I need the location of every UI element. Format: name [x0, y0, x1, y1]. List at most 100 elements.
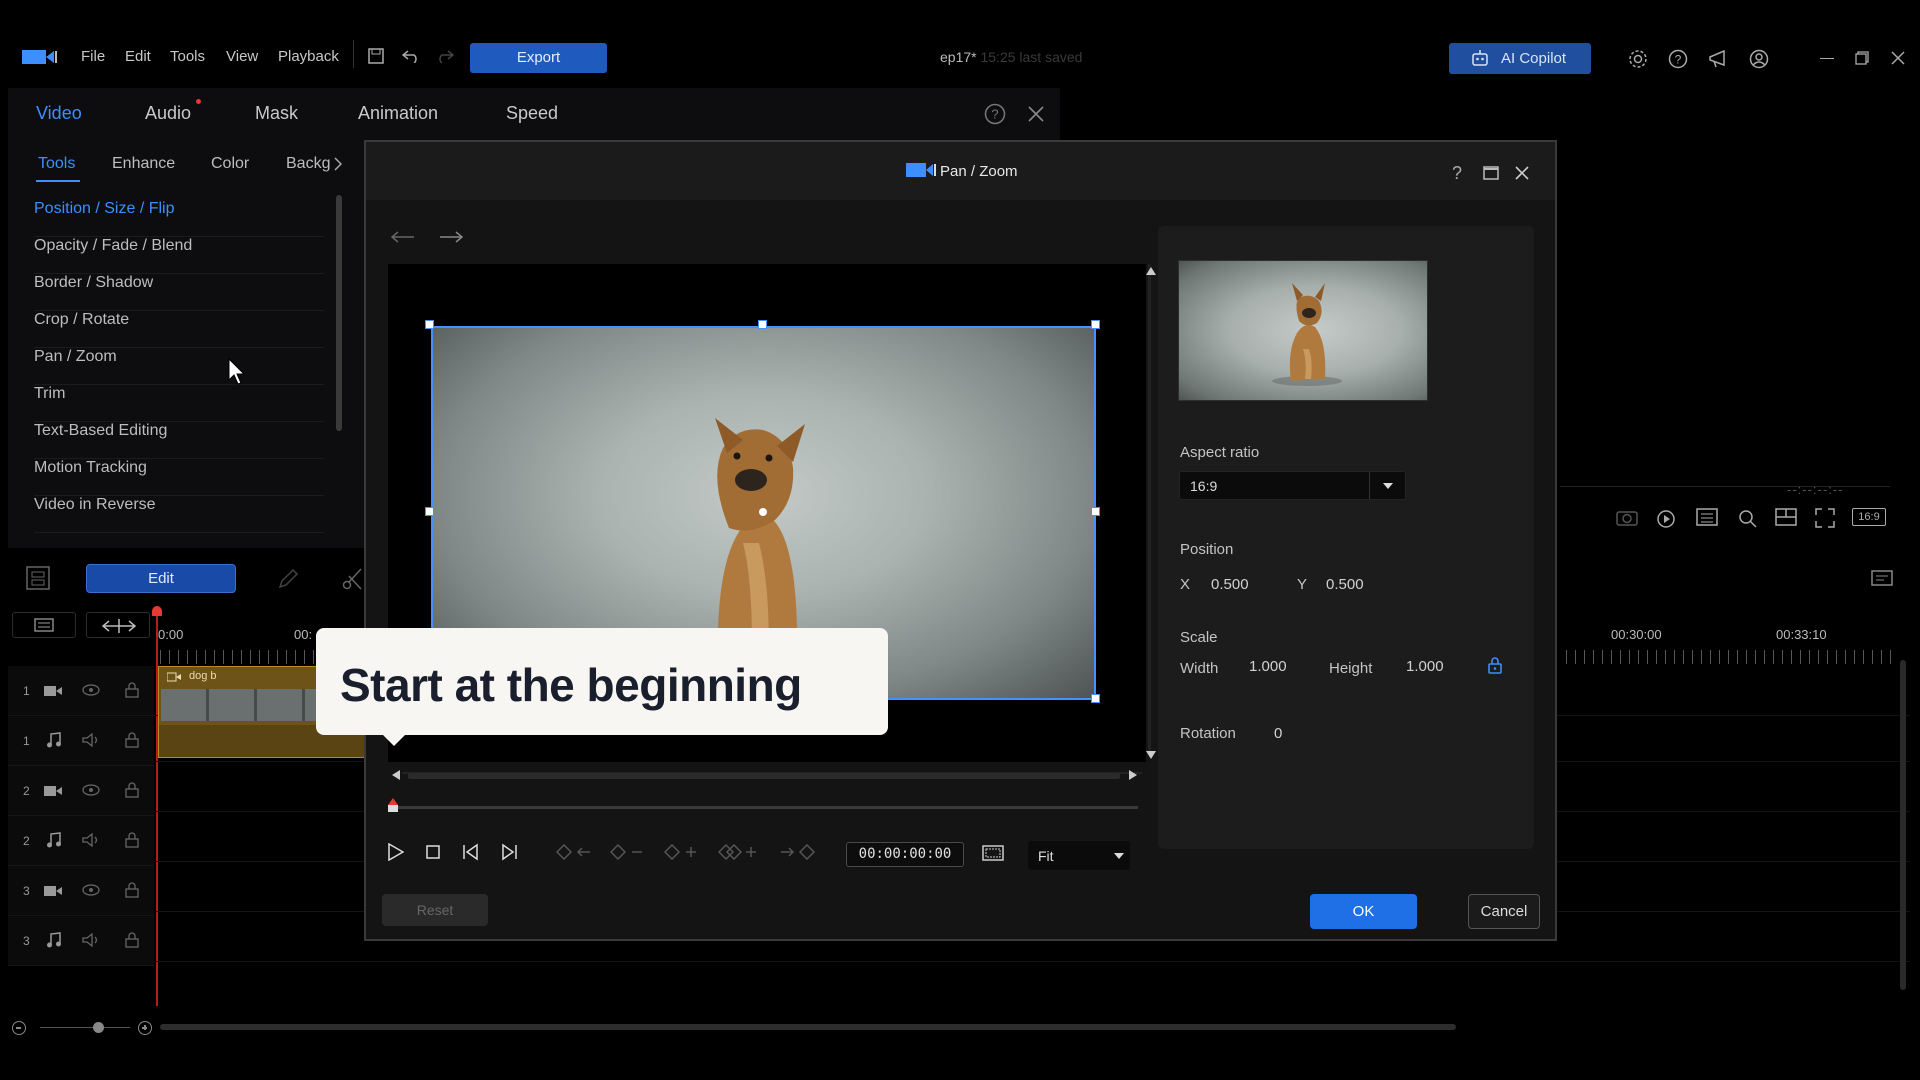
list-icon[interactable] — [1696, 508, 1718, 526]
snapshot-camera-icon[interactable] — [1616, 508, 1638, 526]
play-icon[interactable] — [388, 843, 404, 861]
resize-handle-top[interactable] — [758, 320, 767, 329]
panel-help-icon[interactable]: ? — [984, 103, 1006, 125]
dialog-redo-icon[interactable] — [438, 230, 464, 246]
subtab-background[interactable]: Backg — [286, 155, 330, 173]
timeline-ruler-right[interactable] — [1566, 650, 1896, 664]
scissors-icon[interactable] — [342, 568, 362, 590]
menu-view[interactable]: View — [226, 48, 258, 65]
subtab-color[interactable]: Color — [211, 155, 249, 173]
scale-width-field[interactable]: 1.000 — [1249, 658, 1287, 675]
aspect-ratio-dropdown-button[interactable] — [1369, 472, 1405, 499]
tool-opacity-fade-blend[interactable]: Opacity / Fade / Blend — [34, 237, 324, 274]
aspect-ratio-badge[interactable]: 16:9 — [1852, 508, 1886, 526]
position-y-field[interactable]: 0.500 — [1326, 576, 1364, 593]
save-icon[interactable] — [368, 48, 384, 64]
scale-height-field[interactable]: 1.000 — [1406, 658, 1444, 675]
tool-crop-rotate[interactable]: Crop / Rotate — [34, 311, 324, 348]
menu-file[interactable]: File — [81, 48, 105, 65]
previous-keyframe-icon[interactable] — [556, 844, 592, 860]
center-point-handle[interactable] — [759, 508, 767, 516]
dialog-close-icon[interactable] — [1515, 166, 1529, 180]
menu-tools[interactable]: Tools — [170, 48, 205, 65]
tab-video[interactable]: Video — [36, 103, 82, 124]
eye-icon[interactable] — [82, 684, 100, 696]
next-keyframe-icon[interactable] — [780, 844, 816, 860]
timeline-horizontal-scrollbar[interactable] — [160, 1024, 1456, 1030]
resize-handle-bottom-right[interactable] — [1091, 694, 1100, 703]
tool-trim[interactable]: Trim — [34, 385, 324, 422]
dialog-undo-icon[interactable] — [390, 230, 416, 246]
speaker-icon[interactable] — [82, 833, 100, 847]
scroll-down-arrow-icon[interactable] — [1146, 751, 1156, 759]
eye-icon[interactable] — [82, 784, 100, 796]
speaker-icon[interactable] — [82, 733, 100, 747]
eye-icon[interactable] — [82, 884, 100, 896]
restore-icon[interactable] — [1855, 51, 1869, 65]
ok-button[interactable]: OK — [1310, 894, 1417, 929]
resize-handle-left[interactable] — [425, 507, 434, 516]
previous-frame-icon[interactable] — [462, 843, 480, 861]
resize-handle-right[interactable] — [1091, 507, 1100, 516]
edit-button[interactable]: Edit — [86, 564, 236, 593]
fullscreen-icon[interactable] — [1815, 508, 1835, 528]
lock-icon[interactable] — [125, 682, 139, 698]
scroll-left-arrow-icon[interactable] — [392, 770, 400, 780]
add-keyframe-icon[interactable] — [664, 844, 698, 860]
panel-close-icon[interactable] — [1028, 106, 1044, 122]
position-x-field[interactable]: 0.500 — [1211, 576, 1249, 593]
scroll-up-arrow-icon[interactable] — [1146, 267, 1156, 275]
safe-zone-icon[interactable] — [982, 845, 1004, 861]
help-icon[interactable]: ? — [1668, 49, 1688, 69]
settings-gear-icon[interactable] — [1628, 49, 1648, 69]
playhead-handle[interactable] — [152, 606, 162, 616]
tab-mask[interactable]: Mask — [255, 103, 298, 124]
play-mode-icon[interactable] — [1656, 508, 1680, 528]
tab-audio[interactable]: Audio — [145, 103, 191, 124]
timeline-settings-icon[interactable] — [1871, 568, 1897, 590]
tool-pan-zoom[interactable]: Pan / Zoom — [34, 348, 324, 385]
lock-icon[interactable] — [125, 732, 139, 748]
speaker-icon[interactable] — [82, 933, 100, 947]
zoom-out-icon[interactable] — [12, 1021, 26, 1035]
resize-handle-top-right[interactable] — [1091, 320, 1100, 329]
stop-icon[interactable] — [426, 845, 440, 859]
timecode-display[interactable]: 00:00:00:00 — [846, 842, 964, 867]
zoom-view-icon[interactable] — [1736, 508, 1758, 528]
menu-edit[interactable]: Edit — [125, 48, 151, 65]
rotation-field[interactable]: 0 — [1274, 725, 1282, 742]
account-icon[interactable] — [1749, 49, 1769, 69]
lock-icon[interactable] — [125, 882, 139, 898]
canvas-vertical-scrollbar[interactable] — [1148, 264, 1151, 754]
add-track-button[interactable] — [12, 612, 76, 638]
redo-icon[interactable] — [436, 49, 454, 63]
zoom-slider-track[interactable] — [40, 1027, 130, 1028]
zoom-select[interactable]: Fit — [1028, 841, 1130, 870]
cancel-button[interactable]: Cancel — [1468, 894, 1540, 929]
resize-handle-top-left[interactable] — [425, 320, 434, 329]
tool-video-in-reverse[interactable]: Video in Reverse — [34, 496, 324, 533]
subtab-enhance[interactable]: Enhance — [112, 155, 175, 173]
layout-icon[interactable] — [1775, 508, 1797, 526]
ai-copilot-button[interactable]: AI Copilot — [1449, 43, 1591, 74]
minimize-icon[interactable] — [1820, 58, 1834, 59]
tool-border-shadow[interactable]: Border / Shadow — [34, 274, 324, 311]
undo-icon[interactable] — [402, 49, 420, 63]
duplicate-keyframe-icon[interactable] — [718, 844, 758, 860]
zoom-slider-thumb[interactable] — [93, 1022, 104, 1033]
lock-icon[interactable] — [125, 782, 139, 798]
menu-playback[interactable]: Playback — [278, 48, 339, 65]
export-button[interactable]: Export — [470, 43, 607, 73]
dialog-help-icon[interactable]: ? — [1452, 163, 1462, 184]
lock-icon[interactable] — [125, 832, 139, 848]
subtab-tools[interactable]: Tools — [38, 155, 75, 173]
remove-keyframe-icon[interactable] — [610, 844, 644, 860]
zoom-in-icon[interactable] — [138, 1021, 152, 1035]
timeline-layout-icon[interactable] — [26, 566, 50, 590]
keyframe-marker-icon[interactable] — [388, 798, 398, 812]
tool-text-based-editing[interactable]: Text-Based Editing — [34, 422, 324, 459]
keyframe-timeline[interactable] — [392, 806, 1138, 809]
aspect-lock-icon[interactable] — [1488, 656, 1502, 674]
dialog-maximize-icon[interactable] — [1483, 166, 1499, 180]
fit-timeline-button[interactable] — [86, 612, 150, 638]
